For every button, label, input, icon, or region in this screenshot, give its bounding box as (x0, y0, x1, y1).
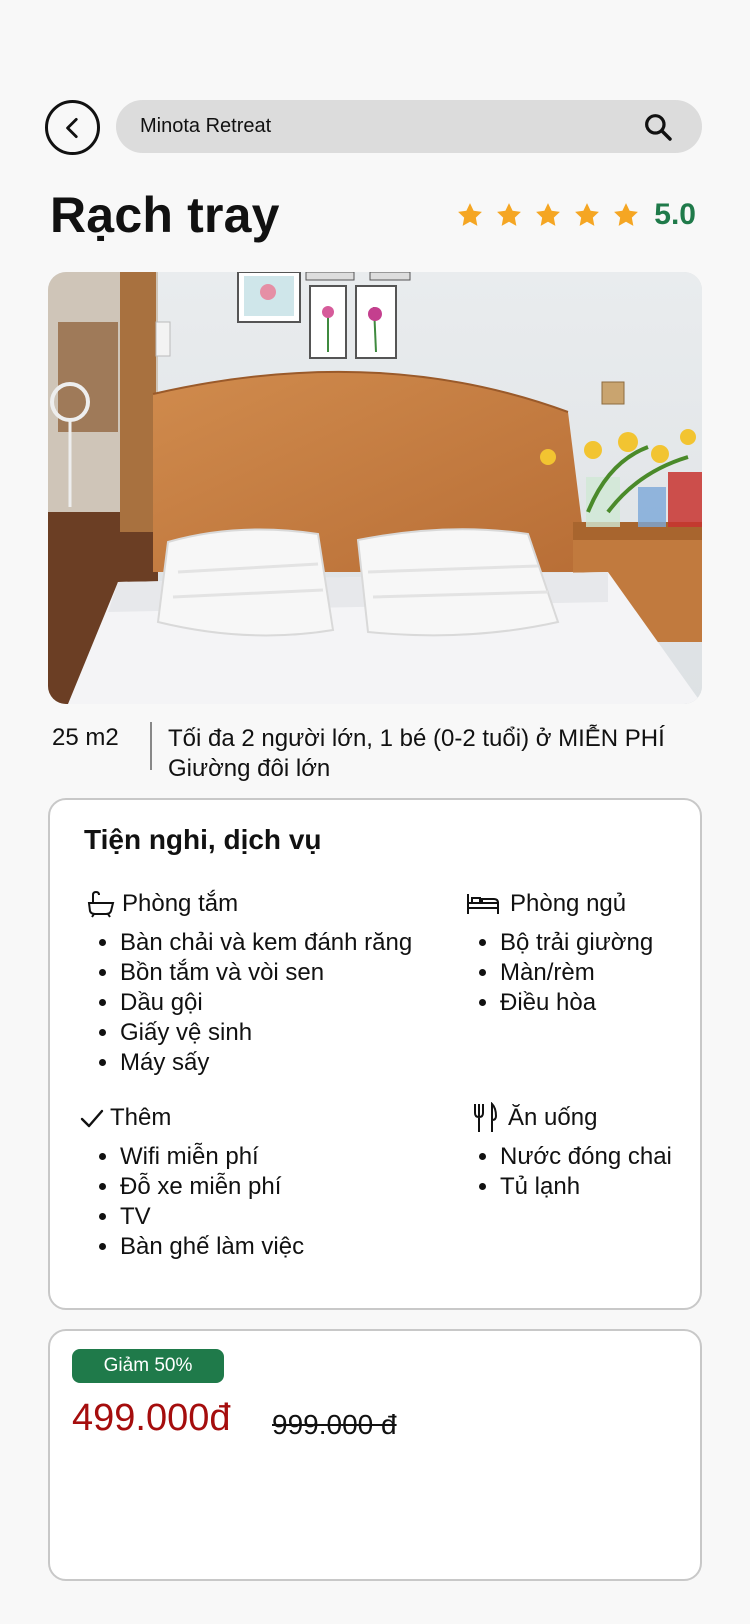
utensils-icon (474, 1102, 498, 1132)
search-bar[interactable]: Minota Retreat (116, 100, 702, 153)
room-photo-image (48, 272, 702, 704)
star-icon (497, 203, 522, 226)
room-details: Tối đa 2 người lớn, 1 bé (0-2 tuổi) ở MI… (168, 724, 665, 784)
room-photo[interactable] (48, 272, 702, 704)
list-item: Wifi miễn phí (120, 1142, 304, 1172)
list-item: Bàn ghế làm việc (120, 1232, 304, 1262)
amenity-group-extra: Thêm Wifi miễn phí Đỗ xe miễn phí TV Bàn… (80, 1102, 304, 1262)
list-item: TV (120, 1202, 304, 1232)
back-button[interactable] (45, 100, 100, 155)
list-item: Màn/rèm (500, 958, 653, 988)
original-price: 999.000 đ (272, 1409, 397, 1440)
sale-price: 499.000đ (72, 1397, 231, 1439)
check-icon (80, 1109, 104, 1128)
amenities-title: Tiện nghi, dịch vụ (84, 824, 322, 855)
list-item: Điều hòa (500, 988, 653, 1018)
dining-label: Ăn uống (508, 1104, 598, 1131)
price-card[interactable]: Giảm 50% 499.000đ 999.000 đ (48, 1329, 702, 1581)
amenity-group-bedroom: Phòng ngủ Bộ trải giường Màn/rèm Điều hò… (466, 888, 653, 1018)
amenities-card: Tiện nghi, dịch vụ Phòng tắm Bàn chải và… (48, 798, 702, 1310)
room-title: Rạch tray (50, 187, 280, 243)
chevron-left-icon (65, 117, 78, 138)
list-item: Bàn chải và kem đánh răng (120, 928, 412, 958)
extra-list: Wifi miễn phí Đỗ xe miễn phí TV Bàn ghế … (80, 1142, 304, 1262)
star-icon (458, 203, 483, 226)
list-item: Giấy vệ sinh (120, 1018, 412, 1048)
star-icon (536, 203, 561, 226)
amenity-group-bathroom: Phòng tắm Bàn chải và kem đánh răng Bồn … (86, 888, 412, 1078)
discount-badge: Giảm 50% (72, 1349, 224, 1383)
list-item: Nước đóng chai (500, 1142, 672, 1172)
list-item: Bộ trải giường (500, 928, 653, 958)
extra-label: Thêm (110, 1104, 172, 1131)
bedroom-label: Phòng ngủ (510, 890, 627, 917)
list-item: Bồn tắm và vòi sen (120, 958, 412, 988)
bathroom-label: Phòng tắm (122, 890, 239, 917)
bathtub-icon (87, 890, 115, 918)
search-icon[interactable] (640, 109, 676, 145)
list-item: Dầu gội (120, 988, 412, 1018)
search-input[interactable]: Minota Retreat (140, 115, 640, 138)
bed-icon (467, 894, 499, 914)
info-divider (150, 722, 152, 770)
occupancy-text: Tối đa 2 người lớn, 1 bé (0-2 tuổi) ở MI… (168, 725, 665, 752)
list-item: Máy sấy (120, 1048, 412, 1078)
star-icon (614, 203, 639, 226)
rating: 5.0 (456, 198, 696, 232)
room-size: 25 m2 (52, 724, 119, 751)
list-item: Đỗ xe miễn phí (120, 1172, 304, 1202)
list-item: Tủ lạnh (500, 1172, 672, 1202)
amenity-group-dining: Ăn uống Nước đóng chai Tủ lạnh (472, 1102, 672, 1202)
bathroom-list: Bàn chải và kem đánh răng Bồn tắm và vòi… (86, 928, 412, 1078)
bed-type-text: Giường đôi lớn (168, 755, 331, 782)
rating-stars (456, 201, 640, 229)
rating-value: 5.0 (654, 198, 696, 231)
star-icon (575, 203, 600, 226)
dining-list: Nước đóng chai Tủ lạnh (472, 1142, 672, 1202)
bedroom-list: Bộ trải giường Màn/rèm Điều hòa (466, 928, 653, 1018)
